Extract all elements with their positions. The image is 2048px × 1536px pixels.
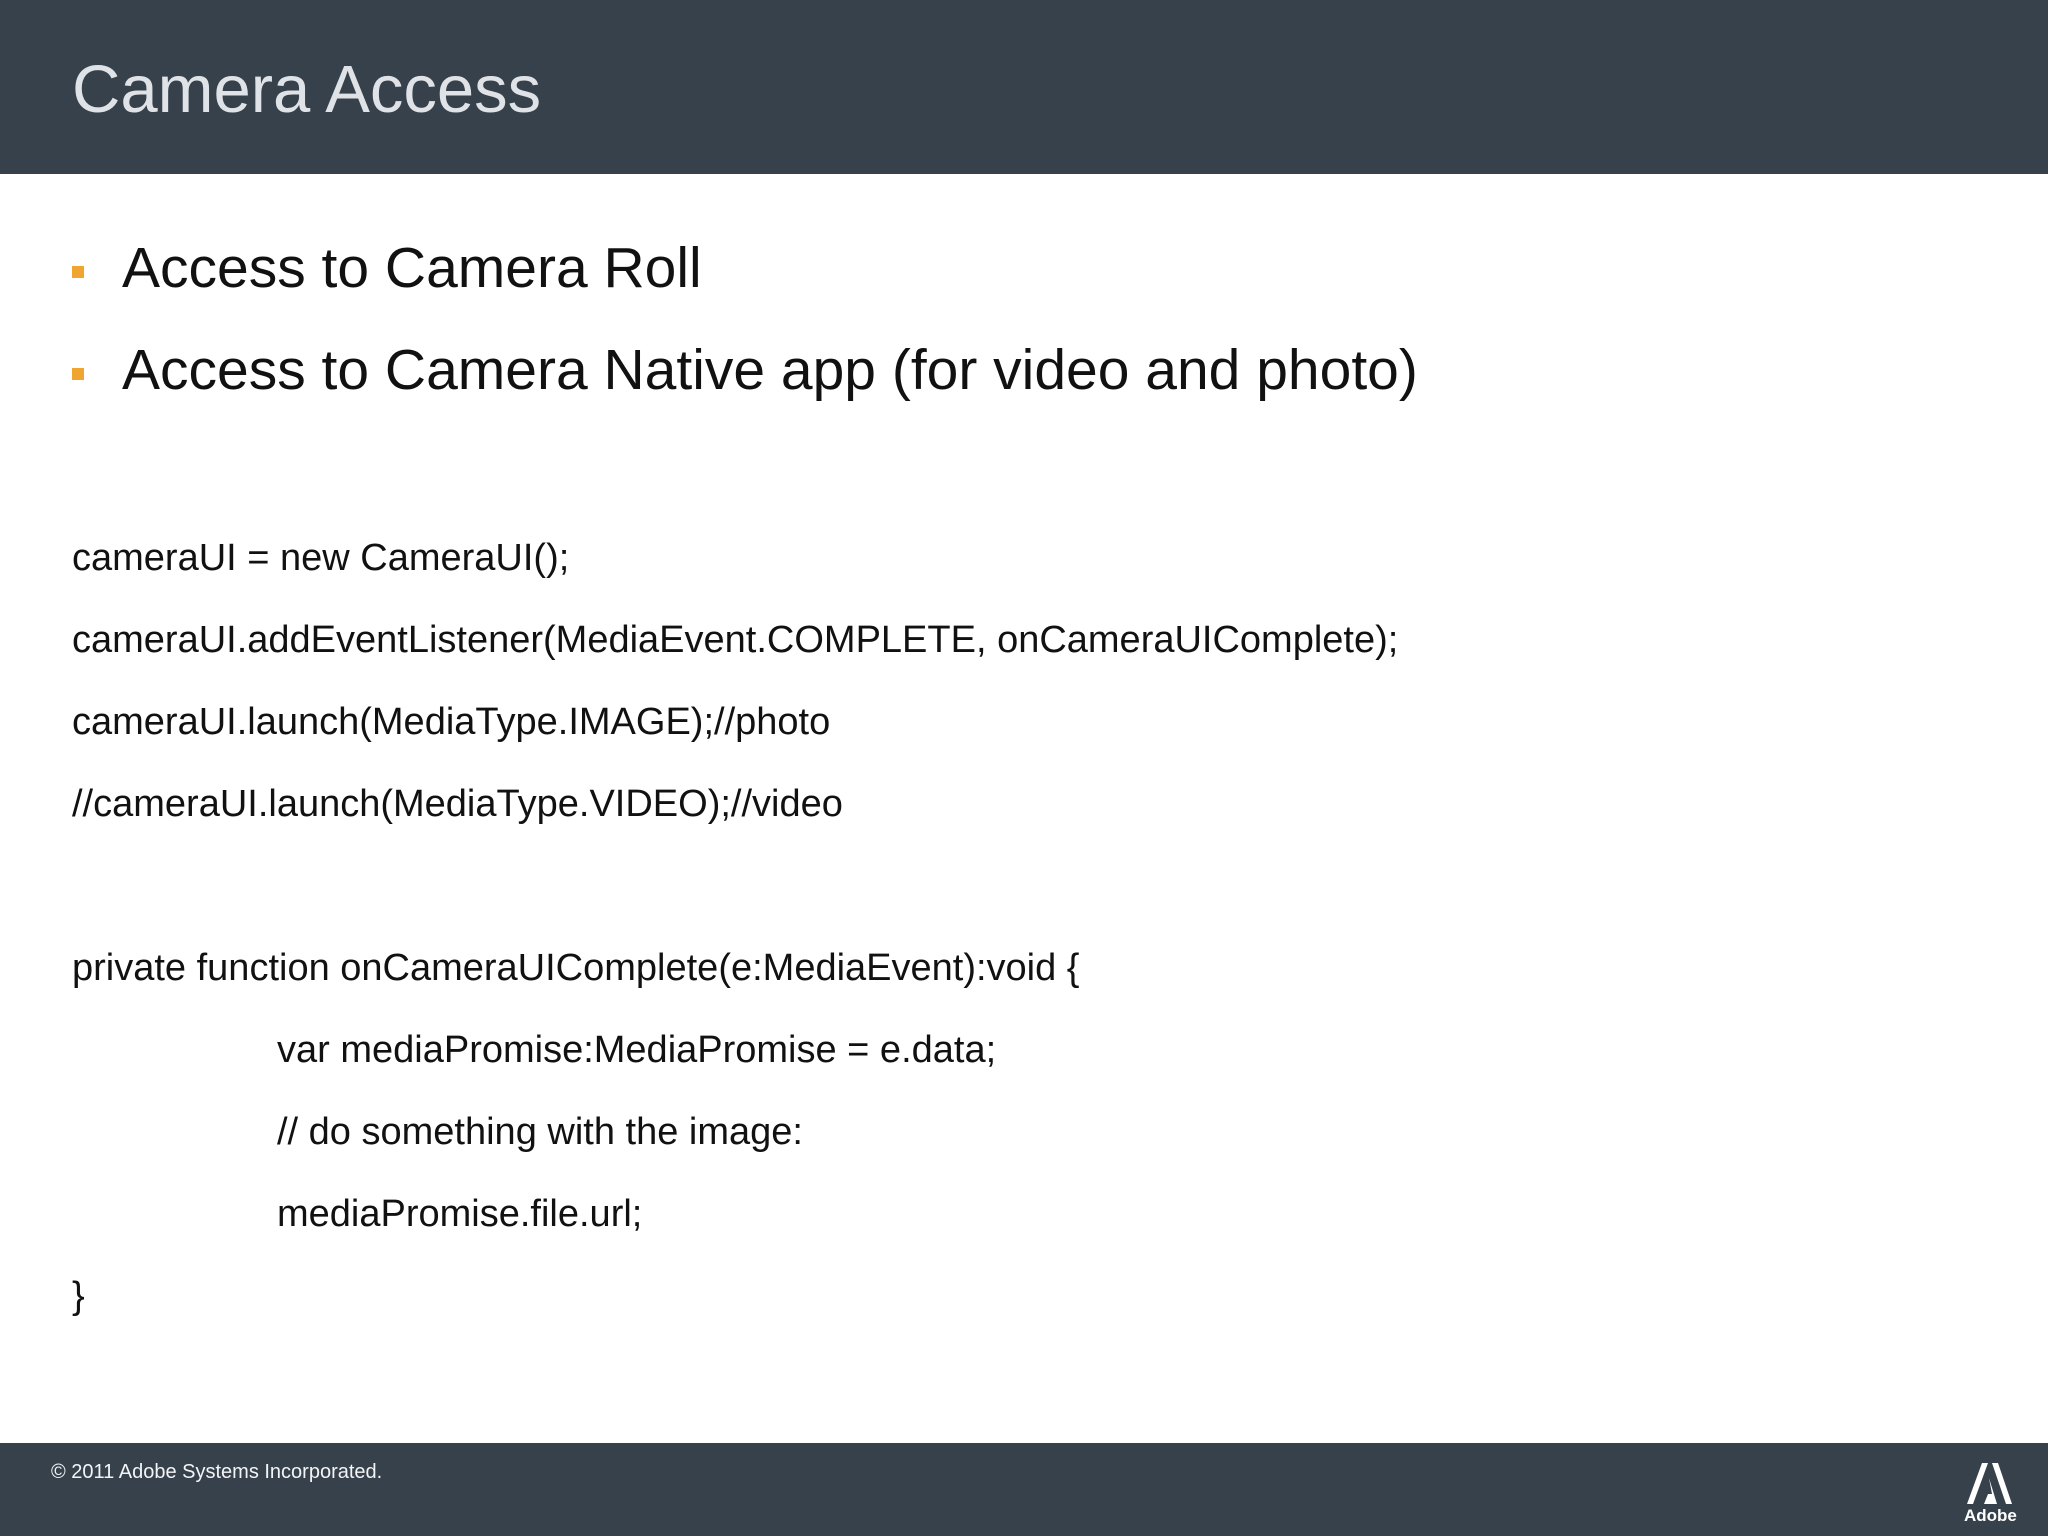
code-line: } — [72, 1275, 85, 1317]
adobe-logo-mark — [1967, 1463, 2012, 1504]
footer-bar: © 2011 Adobe Systems Incorporated. Adobe — [0, 1443, 2048, 1536]
code-line: cameraUI.addEventListener(MediaEvent.COM… — [72, 619, 1399, 661]
slide-title: Camera Access — [72, 52, 542, 127]
bullet-text: Access to Camera Roll — [122, 236, 702, 300]
code-line: cameraUI = new CameraUI(); — [72, 537, 570, 579]
header-bar: Camera Access — [0, 0, 2048, 174]
code-line: // do something with the image: — [277, 1111, 803, 1153]
code-line: mediaPromise.file.url; — [277, 1193, 643, 1235]
slide: Camera Access Access to Camera Roll Acce… — [0, 0, 2048, 1536]
bullet-item: Access to Camera Roll — [72, 230, 1418, 332]
code-line: var mediaPromise:MediaPromise = e.data; — [277, 1029, 997, 1071]
code-line: private function onCameraUIComplete(e:Me… — [72, 947, 1080, 989]
copyright-text: © 2011 Adobe Systems Incorporated. — [51, 1461, 383, 1483]
bullet-square-icon — [72, 368, 84, 380]
bullet-list: Access to Camera Roll Access to Camera N… — [72, 230, 1418, 434]
bullet-text: Access to Camera Native app (for video a… — [122, 338, 1418, 402]
bullet-square-icon — [72, 266, 84, 278]
code-line: //cameraUI.launch(MediaType.VIDEO);//vid… — [72, 783, 843, 825]
bullet-item: Access to Camera Native app (for video a… — [72, 332, 1418, 434]
adobe-logo-icon: Adobe — [1964, 1460, 2017, 1528]
logo-wordmark: Adobe — [1964, 1506, 2017, 1525]
code-line: cameraUI.launch(MediaType.IMAGE);//photo — [72, 701, 831, 743]
